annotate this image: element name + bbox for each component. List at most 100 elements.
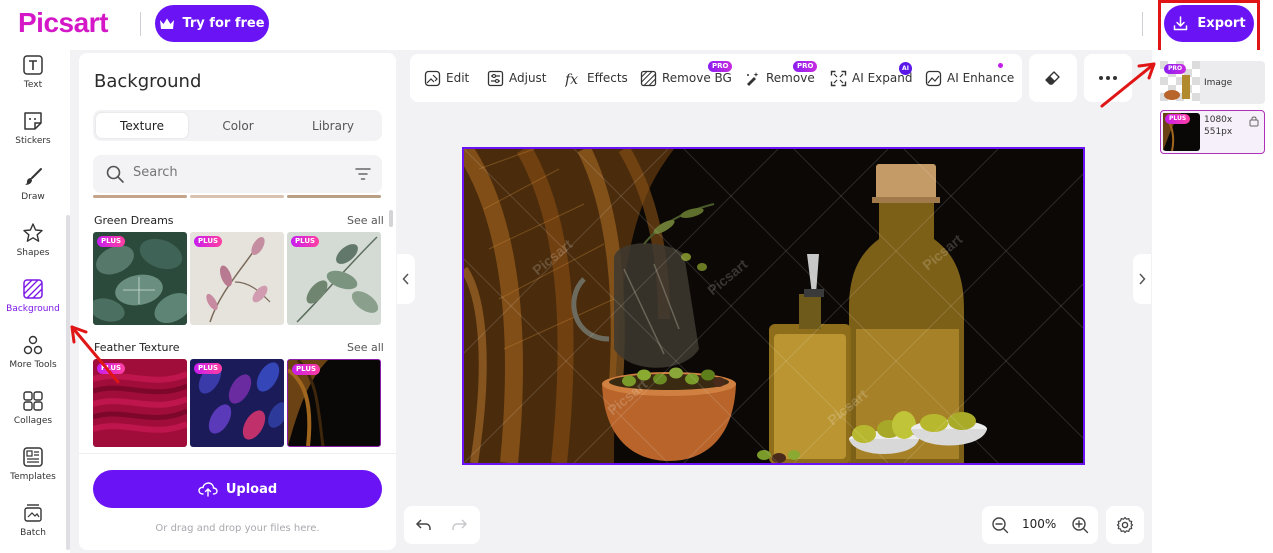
svg-text:fx: fx	[565, 72, 578, 87]
texture-thumbnail[interactable]: PLUS	[190, 232, 284, 325]
tab-library[interactable]: Library	[287, 113, 379, 138]
history-controls	[404, 506, 480, 544]
texture-thumbnail[interactable]: PLUS	[287, 232, 381, 325]
gear-icon	[1116, 516, 1134, 534]
tool-label: Adjust	[509, 71, 547, 85]
layer-size-height: 551px	[1204, 127, 1233, 137]
tool-label: Remove	[766, 71, 815, 85]
tool-adjust[interactable]: Adjust	[487, 54, 547, 102]
edit-toolbar: Edit Adjust fx Effects Remove BG PRO Rem…	[410, 54, 1022, 102]
undo-icon[interactable]	[414, 516, 432, 534]
more-tools-icon	[23, 335, 43, 355]
zoom-in-icon[interactable]	[1071, 516, 1089, 534]
layer-background[interactable]: PLUS 1080x 551px	[1160, 110, 1265, 154]
rail-item-stickers[interactable]: Stickers	[0, 110, 66, 160]
plus-badge: PLUS	[194, 363, 223, 374]
pro-badge: PRO	[1164, 64, 1187, 74]
enhance-icon	[925, 70, 942, 86]
more-options-button[interactable]	[1084, 54, 1132, 102]
rail-item-more-tools[interactable]: More Tools	[0, 334, 66, 384]
fx-icon: fx	[565, 72, 578, 87]
background-icon	[23, 279, 43, 299]
rail-label: Collages	[13, 416, 53, 426]
rail-scrollbar[interactable]	[66, 215, 70, 550]
crown-icon	[160, 18, 175, 29]
cloud-upload-icon	[198, 482, 218, 497]
rail-label: Batch	[20, 528, 46, 538]
collage-icon	[23, 391, 43, 411]
filter-icon[interactable]	[355, 166, 371, 182]
see-all-link[interactable]: See all	[347, 214, 384, 227]
tool-effects[interactable]: fx Effects	[565, 54, 628, 102]
texture-thumbnail[interactable]: PLUS	[190, 359, 284, 447]
rail-item-shapes[interactable]: Shapes	[0, 222, 66, 272]
zoom-controls: 100%	[982, 506, 1098, 544]
layer-name: Image	[1204, 78, 1233, 88]
tool-label: Remove BG	[662, 71, 732, 85]
plus-badge: PLUS	[291, 236, 320, 247]
rail-label: Stickers	[15, 136, 51, 146]
adjust-icon	[487, 70, 504, 86]
rail-label: Templates	[10, 472, 56, 482]
search-box	[93, 155, 382, 193]
ai-badge: AI	[899, 62, 912, 75]
rail-item-templates[interactable]: Templates	[0, 446, 66, 496]
rail-item-text[interactable]: Text	[0, 54, 66, 104]
search-input[interactable]	[133, 165, 333, 180]
expand-icon	[830, 70, 847, 86]
design-canvas[interactable]: Picsart Picsart Picsart Picsart Picsart	[462, 147, 1085, 465]
eraser-button[interactable]	[1029, 54, 1077, 102]
texture-thumbnail[interactable]: PLUS	[93, 359, 187, 447]
remove-bg-icon	[640, 70, 657, 86]
see-all-link[interactable]: See all	[347, 341, 384, 354]
rail-item-collages[interactable]: Collages	[0, 390, 66, 440]
collapse-right-panel-button[interactable]	[1133, 254, 1151, 304]
batch-icon	[24, 504, 42, 522]
section-title-feather-texture: Feather Texture	[94, 341, 180, 354]
lock-icon[interactable]	[1249, 115, 1259, 127]
divider	[79, 453, 396, 454]
brush-icon	[25, 168, 42, 185]
layer-image[interactable]: PRO Image	[1160, 61, 1265, 104]
rail-item-batch[interactable]: Batch	[0, 502, 66, 552]
rail-label: More Tools	[9, 360, 57, 370]
upload-button[interactable]: Upload	[93, 470, 382, 508]
eraser-icon	[1045, 71, 1060, 85]
zoom-out-icon[interactable]	[991, 516, 1009, 534]
plus-badge: PLUS	[292, 364, 321, 375]
picsart-logo[interactable]: Picsart	[18, 7, 108, 39]
background-tabs: Texture Color Library	[93, 110, 382, 141]
texture-thumbnail-selected[interactable]: PLUS	[287, 359, 381, 447]
tool-label: AI Enhance	[947, 71, 1015, 85]
tool-edit[interactable]: Edit	[424, 54, 469, 102]
search-icon	[106, 165, 124, 183]
divider	[1142, 12, 1143, 36]
rail-item-draw[interactable]: Draw	[0, 166, 66, 216]
rail-item-background[interactable]: Background	[0, 278, 66, 328]
settings-button[interactable]	[1106, 506, 1144, 544]
chevron-left-icon	[402, 273, 409, 285]
magic-eraser-icon	[747, 71, 759, 86]
drop-hint: Or drag and drop your files here.	[155, 523, 320, 534]
rail-label: Text	[23, 80, 43, 90]
layer-size-width: 1080x	[1204, 115, 1233, 125]
sticker-icon	[24, 112, 42, 130]
tab-color[interactable]: Color	[192, 113, 284, 138]
try-for-free-button[interactable]: Try for free	[155, 5, 269, 42]
tool-ai-enhance[interactable]: AI Enhance	[925, 54, 1014, 102]
edit-image-icon	[424, 70, 441, 86]
panel-scrollbar[interactable]	[389, 210, 393, 227]
texture-thumbnail[interactable]: PLUS	[93, 232, 187, 325]
texture-strip	[190, 195, 284, 198]
top-bar: Picsart Try for free Export	[0, 0, 1273, 50]
collapse-left-panel-button[interactable]	[397, 254, 415, 304]
tool-ai-expand[interactable]: AI Expand	[830, 54, 912, 102]
plus-badge: PLUS	[194, 236, 223, 247]
tab-texture[interactable]: Texture	[96, 113, 188, 138]
rail-label: Shapes	[16, 248, 50, 258]
redo-icon[interactable]	[451, 516, 469, 534]
pro-badge: PRO	[793, 61, 818, 72]
new-indicator-dot	[998, 63, 1003, 68]
background-panel: Background Texture Color Library Green D…	[79, 53, 396, 550]
pro-badge: PRO	[708, 61, 733, 72]
